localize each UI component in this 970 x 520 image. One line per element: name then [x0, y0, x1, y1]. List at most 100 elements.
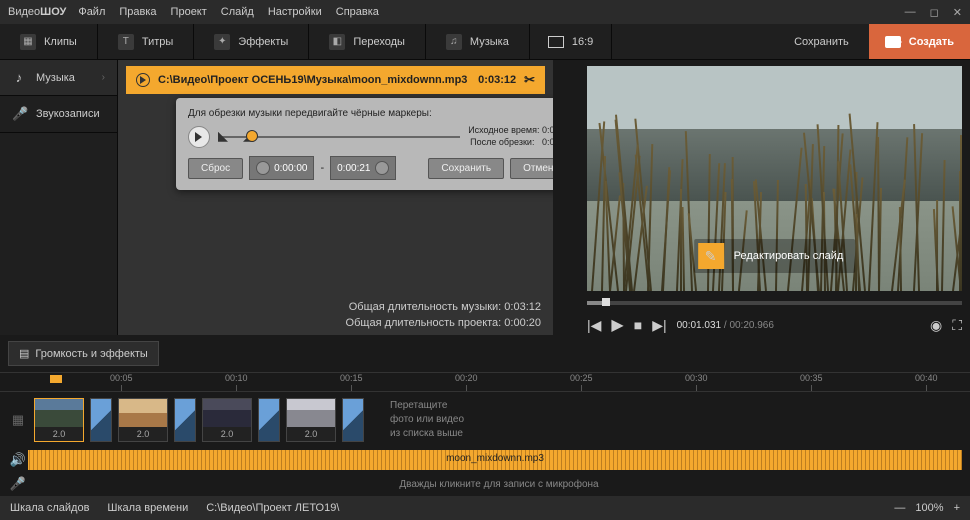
ruler-tick: 00:10 — [225, 373, 248, 383]
ruler-tick: 00:15 — [340, 373, 363, 383]
menu-help[interactable]: Справка — [336, 6, 379, 18]
next-icon[interactable]: ▶| — [652, 317, 666, 334]
transition-thumb[interactable] — [174, 398, 196, 442]
trim-hint: Для обрезки музыки передвигайте чёрные м… — [188, 108, 572, 119]
save-button[interactable]: Сохранить — [774, 24, 869, 59]
mode-slides[interactable]: Шкала слайдов — [10, 502, 89, 514]
zoom-out-icon[interactable]: — — [894, 502, 905, 514]
preview-controls: |◀ ▶ ■ ▶| 00:01.031 / 00:20.966 ◉ ⛶ — [587, 305, 962, 345]
ruler-tick: 00:20 — [455, 373, 478, 383]
tab-effects[interactable]: ✦Эффекты — [194, 24, 309, 59]
titlebar: ВидеоШОУ Файл Правка Проект Слайд Настро… — [0, 0, 970, 24]
timeline-ruler[interactable]: 00:0500:1000:1500:2000:2500:3000:3500:40 — [0, 372, 970, 392]
window-controls: — ◻ ✕ — [905, 6, 962, 19]
play-icon[interactable] — [136, 73, 150, 87]
scissors-icon[interactable]: ✂ — [524, 72, 535, 88]
mode-timeline[interactable]: Шкала времени — [107, 502, 188, 514]
volume-effects-button[interactable]: ▤ Громкость и эффекты — [8, 341, 159, 366]
ruler-tick: 00:25 — [570, 373, 593, 383]
project-path: C:\Видео\Проект ЛЕТО19\ — [206, 502, 339, 514]
maximize-icon[interactable]: ◻ — [930, 6, 939, 19]
slide-thumb[interactable]: 2.0 — [286, 398, 336, 442]
prev-icon[interactable]: |◀ — [587, 317, 601, 334]
chevron-right-icon: › — [102, 72, 105, 83]
transition-thumb[interactable] — [258, 398, 280, 442]
minimize-icon[interactable]: — — [905, 6, 916, 19]
aspect-ratio[interactable]: 16:9 — [530, 24, 612, 59]
audio-clip[interactable]: moon_mixdownn.mp3 — [28, 450, 962, 470]
pencil-icon[interactable]: ✎ — [698, 243, 724, 269]
seek-handle[interactable] — [602, 298, 610, 306]
playhead-marker[interactable] — [50, 375, 62, 383]
drag-hint: Перетащитефото или видеоиз списка выше — [390, 399, 464, 441]
tab-transitions[interactable]: ◧Переходы — [309, 24, 426, 59]
transition-thumb[interactable] — [90, 398, 112, 442]
fullscreen-icon[interactable]: ⛶ — [952, 317, 962, 334]
trim-start-marker[interactable] — [218, 132, 228, 142]
trim-popup: Для обрезки музыки передвигайте чёрные м… — [176, 98, 584, 190]
preview-seekbar[interactable] — [587, 301, 962, 305]
preview-image: ✎ Редактировать слайд — [587, 66, 962, 291]
slide-thumb[interactable]: 2.0 — [34, 398, 84, 442]
mic-icon: 🎤 — [8, 476, 28, 492]
ruler-tick: 00:05 — [110, 373, 133, 383]
mic-icon: 🎤 — [12, 106, 26, 122]
timeline: 00:0500:1000:1500:2000:2500:3000:3500:40… — [0, 372, 970, 496]
menu-file[interactable]: Файл — [78, 6, 105, 18]
film-icon: ▦ — [8, 412, 28, 428]
stop-icon[interactable]: ■ — [634, 317, 642, 333]
slide-thumb[interactable]: 2.0 — [202, 398, 252, 442]
mic-track[interactable]: 🎤 Дважды кликните для записи с микрофона — [0, 472, 970, 496]
menu-settings[interactable]: Настройки — [268, 6, 322, 18]
music-list-panel: C:\Видео\Проект ОСЕНЬ19\Музыка\moon_mixd… — [118, 60, 553, 335]
trim-play-button[interactable] — [188, 126, 210, 148]
snapshot-icon[interactable]: ◉ — [930, 317, 942, 334]
app-name: ВидеоШОУ — [8, 6, 66, 18]
trim-slider[interactable] — [218, 130, 460, 144]
trim-handle[interactable] — [246, 130, 258, 142]
transition-icon: ◧ — [329, 34, 345, 50]
create-button[interactable]: Создать — [869, 24, 970, 59]
preview-panel: ✎ Редактировать слайд |◀ ▶ ■ ▶| 00:01.03… — [553, 60, 970, 335]
left-panel: ♪ Музыка › 🎤 Звукозаписи — [0, 60, 118, 335]
camera-icon — [885, 36, 901, 48]
video-track: ▦ 2.0 2.0 2.0 2.0 Перетащитефото или вид… — [0, 392, 970, 448]
play-icon[interactable]: ▶ — [611, 315, 623, 335]
music-track-row[interactable]: C:\Видео\Проект ОСЕНЬ19\Музыка\moon_mixd… — [126, 66, 545, 94]
marker-icon — [375, 161, 389, 175]
music-path: C:\Видео\Проект ОСЕНЬ19\Музыка\moon_mixd… — [158, 74, 467, 86]
main-menu: Файл Правка Проект Слайд Настройки Справ… — [78, 6, 379, 18]
close-icon[interactable]: ✕ — [953, 6, 962, 19]
ruler-tick: 00:30 — [685, 373, 708, 383]
tab-titles[interactable]: TТитры — [98, 24, 194, 59]
sliders-icon: ▤ — [19, 347, 29, 360]
trim-reset-button[interactable]: Сброс — [188, 158, 243, 179]
duration-info: Общая длительность музыки: 0:03:12 Общая… — [118, 296, 553, 335]
statusbar: Шкала слайдов Шкала времени C:\Видео\Про… — [0, 496, 970, 520]
tab-music[interactable]: ♫Музыка — [426, 24, 530, 59]
edit-slide-overlay: ✎ Редактировать слайд — [694, 239, 856, 273]
menu-edit[interactable]: Правка — [119, 6, 156, 18]
zoom-in-icon[interactable]: + — [954, 502, 960, 514]
panel-music[interactable]: ♪ Музыка › — [0, 60, 117, 96]
speaker-icon: 🔊 — [8, 452, 28, 468]
music-duration: 0:03:12 — [478, 74, 516, 86]
marker-icon — [256, 161, 270, 175]
note-icon: ♫ — [446, 34, 462, 50]
trim-end-input[interactable]: 0:00:21 — [330, 156, 395, 180]
wand-icon: ✦ — [214, 34, 230, 50]
slide-thumb[interactable]: 2.0 — [118, 398, 168, 442]
edit-slide-button[interactable]: Редактировать слайд — [734, 250, 852, 262]
panel-recordings[interactable]: 🎤 Звукозаписи — [0, 96, 117, 133]
trim-start-input[interactable]: 0:00:00 — [249, 156, 314, 180]
note-icon: ♪ — [12, 70, 26, 85]
zoom-level: 100% — [915, 502, 943, 514]
transition-thumb[interactable] — [342, 398, 364, 442]
tab-clips[interactable]: ▦Клипы — [0, 24, 98, 59]
ruler-tick: 00:40 — [915, 373, 938, 383]
tabs-bar: ▦Клипы TТитры ✦Эффекты ◧Переходы ♫Музыка… — [0, 24, 970, 60]
menu-project[interactable]: Проект — [171, 6, 207, 18]
menu-slide[interactable]: Слайд — [221, 6, 254, 18]
trim-save-button[interactable]: Сохранить — [428, 158, 504, 179]
playback-time: 00:01.031 / 00:20.966 — [677, 320, 774, 331]
